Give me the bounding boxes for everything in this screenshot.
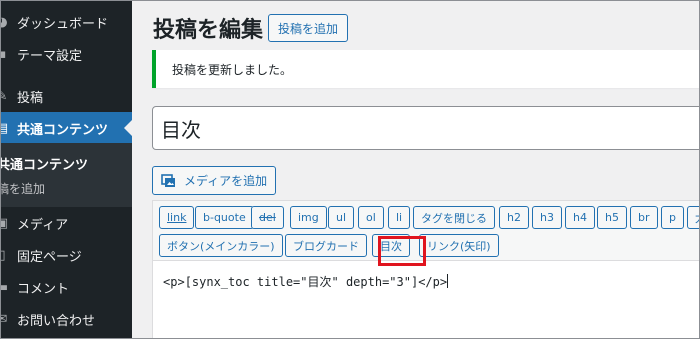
qt-h3-button[interactable]: h3	[532, 206, 562, 229]
dashboard-icon: ◕	[1, 15, 9, 30]
add-media-button[interactable]: メディアを追加	[152, 166, 277, 195]
toc-button-highlight	[378, 236, 426, 266]
qt-blog-card-button[interactable]: ブログカード	[285, 234, 367, 257]
submenu-common-content: 共通コンテンツ 稿を追加	[1, 143, 132, 207]
update-notice: 投稿を更新しました。	[152, 50, 699, 88]
menu-posts[interactable]: ✎ 投稿	[1, 80, 132, 112]
media-icon: ▣	[1, 216, 9, 231]
pin-icon: ✎	[1, 89, 9, 104]
media-add-icon	[161, 173, 177, 188]
post-title-value: 目次	[161, 117, 201, 142]
code-close-p: </p>	[418, 275, 448, 289]
editor-content[interactable]: <p>[synx_toc title="目次" depth="3"]</p>	[163, 273, 449, 290]
qt-link-button[interactable]: link	[159, 206, 195, 229]
admin-sidebar: ◕ ダッシュボード ▪ テーマ設定 ✎ 投稿 ▤ 共通コンテンツ 共通コンテンツ…	[1, 1, 132, 338]
qt-close-tags-button[interactable]: タグを閉じる	[413, 206, 495, 229]
comment-icon: ▬	[1, 280, 9, 295]
qt-del-button[interactable]: del	[251, 206, 284, 229]
qt-bquote-button[interactable]: b-quote	[195, 206, 254, 229]
mail-icon: ✉	[1, 312, 9, 327]
qt-br-button[interactable]: br	[630, 206, 658, 229]
document-icon: ▤	[1, 121, 9, 136]
text-cursor	[447, 274, 449, 288]
menu-contact[interactable]: ✉ お問い合わせ	[1, 303, 132, 335]
menu-media[interactable]: ▣ メディア	[1, 207, 132, 239]
code-shortcode: [synx_toc title="目次" depth="3"]	[184, 275, 419, 289]
qt-bold-button[interactable]: 太	[687, 206, 699, 229]
main-content: 投稿を編集 投稿を追加 投稿を更新しました。 目次 メディアを追加 link b…	[132, 1, 699, 338]
menu-pages[interactable]: ▯ 固定ページ	[1, 239, 132, 271]
qt-main-color-button[interactable]: ボタン(メインカラー)	[159, 234, 283, 257]
text-editor: link b-quote del img ul ol li タグを閉じる h2 …	[152, 200, 699, 338]
submenu-item-list[interactable]: 共通コンテンツ	[1, 154, 88, 173]
page-title: 投稿を編集	[153, 18, 264, 43]
menu-common-content[interactable]: ▤ 共通コンテンツ	[1, 112, 132, 144]
active-arrow	[124, 120, 132, 136]
qt-p-button[interactable]: p	[661, 206, 684, 229]
submenu-item-add-new[interactable]: 稿を追加	[1, 180, 45, 197]
qt-li-button[interactable]: li	[388, 206, 411, 229]
notice-text: 投稿を更新しました。	[172, 62, 293, 77]
page-icon: ▯	[1, 248, 9, 263]
screenshot-frame: ◕ ダッシュボード ▪ テーマ設定 ✎ 投稿 ▤ 共通コンテンツ 共通コンテンツ…	[0, 0, 700, 339]
qt-link-arrow-button[interactable]: リンク(矢印)	[419, 234, 499, 257]
qt-h5-button[interactable]: h5	[597, 206, 627, 229]
code-open-p: <p>	[163, 275, 185, 289]
menu-dashboard[interactable]: ◕ ダッシュボード	[1, 6, 132, 38]
post-title-input[interactable]: 目次	[152, 106, 699, 150]
qt-ol-button[interactable]: ol	[358, 206, 384, 229]
menu-comments[interactable]: ▬ コメント	[1, 271, 132, 303]
qt-h2-button[interactable]: h2	[499, 206, 529, 229]
qt-h4-button[interactable]: h4	[565, 206, 595, 229]
quicktags-toolbar: link b-quote del img ul ol li タグを閉じる h2 …	[153, 201, 699, 261]
qt-ul-button[interactable]: ul	[328, 206, 355, 229]
add-new-post-button[interactable]: 投稿を追加	[268, 14, 349, 42]
add-media-label: メディアを追加	[184, 174, 268, 188]
qt-img-button[interactable]: img	[290, 206, 327, 229]
menu-theme-settings[interactable]: ▪ テーマ設定	[1, 38, 132, 70]
palette-icon: ▪	[1, 47, 9, 62]
